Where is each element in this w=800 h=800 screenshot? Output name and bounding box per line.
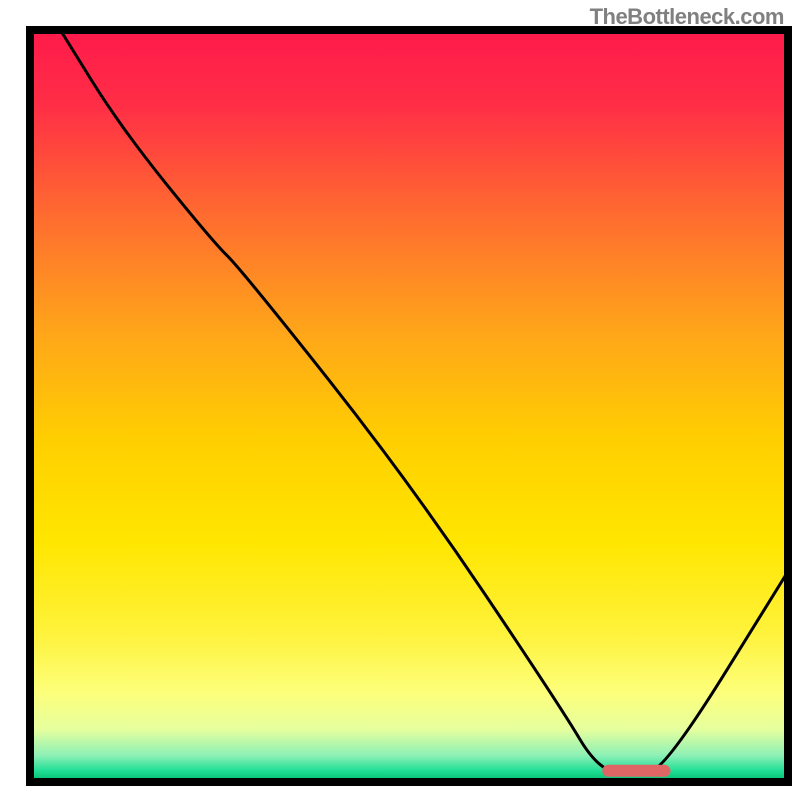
bottleneck-chart: TheBottleneck.com [0,0,800,800]
optimal-range-marker [602,765,670,777]
heat-gradient-background [30,30,788,782]
watermark-text: TheBottleneck.com [590,4,784,30]
chart-svg [0,0,800,800]
